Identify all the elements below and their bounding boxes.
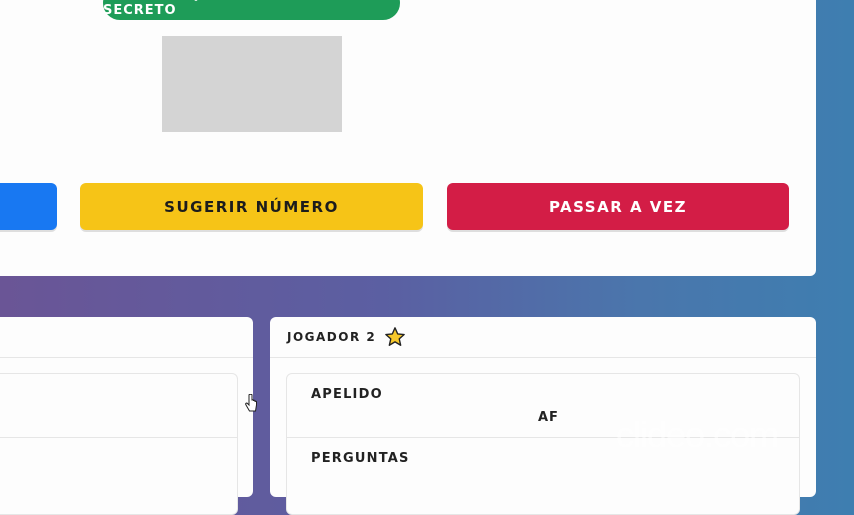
nickname-label: APELIDO bbox=[311, 387, 383, 402]
player-1-card bbox=[0, 317, 253, 515]
player-2-card-header: JOGADOR 2 bbox=[270, 317, 816, 358]
player-1-details bbox=[0, 373, 238, 515]
instruction-badge: ADIVINHE QUAL O NÚMERO SECRETO bbox=[103, 0, 400, 20]
player-2-card: JOGADOR 2 APELIDO AF PERGUNTAS bbox=[270, 317, 816, 515]
secret-number-box bbox=[162, 36, 342, 132]
player-2-title: JOGADOR 2 bbox=[287, 330, 377, 344]
star-icon bbox=[385, 327, 406, 346]
divider bbox=[0, 437, 237, 438]
blue-action-button[interactable] bbox=[0, 183, 57, 230]
questions-label: PERGUNTAS bbox=[311, 451, 410, 466]
game-panel: ADIVINHE QUAL O NÚMERO SECRETO SUGERIR N… bbox=[0, 0, 816, 276]
watermark: clideo.com bbox=[616, 414, 779, 455]
player-1-card-header bbox=[0, 317, 253, 358]
pass-turn-button[interactable]: PASSAR A VEZ bbox=[447, 183, 789, 230]
nickname-value: AF bbox=[538, 410, 559, 425]
suggest-number-button[interactable]: SUGERIR NÚMERO bbox=[80, 183, 423, 230]
hand-cursor-icon bbox=[245, 394, 257, 412]
